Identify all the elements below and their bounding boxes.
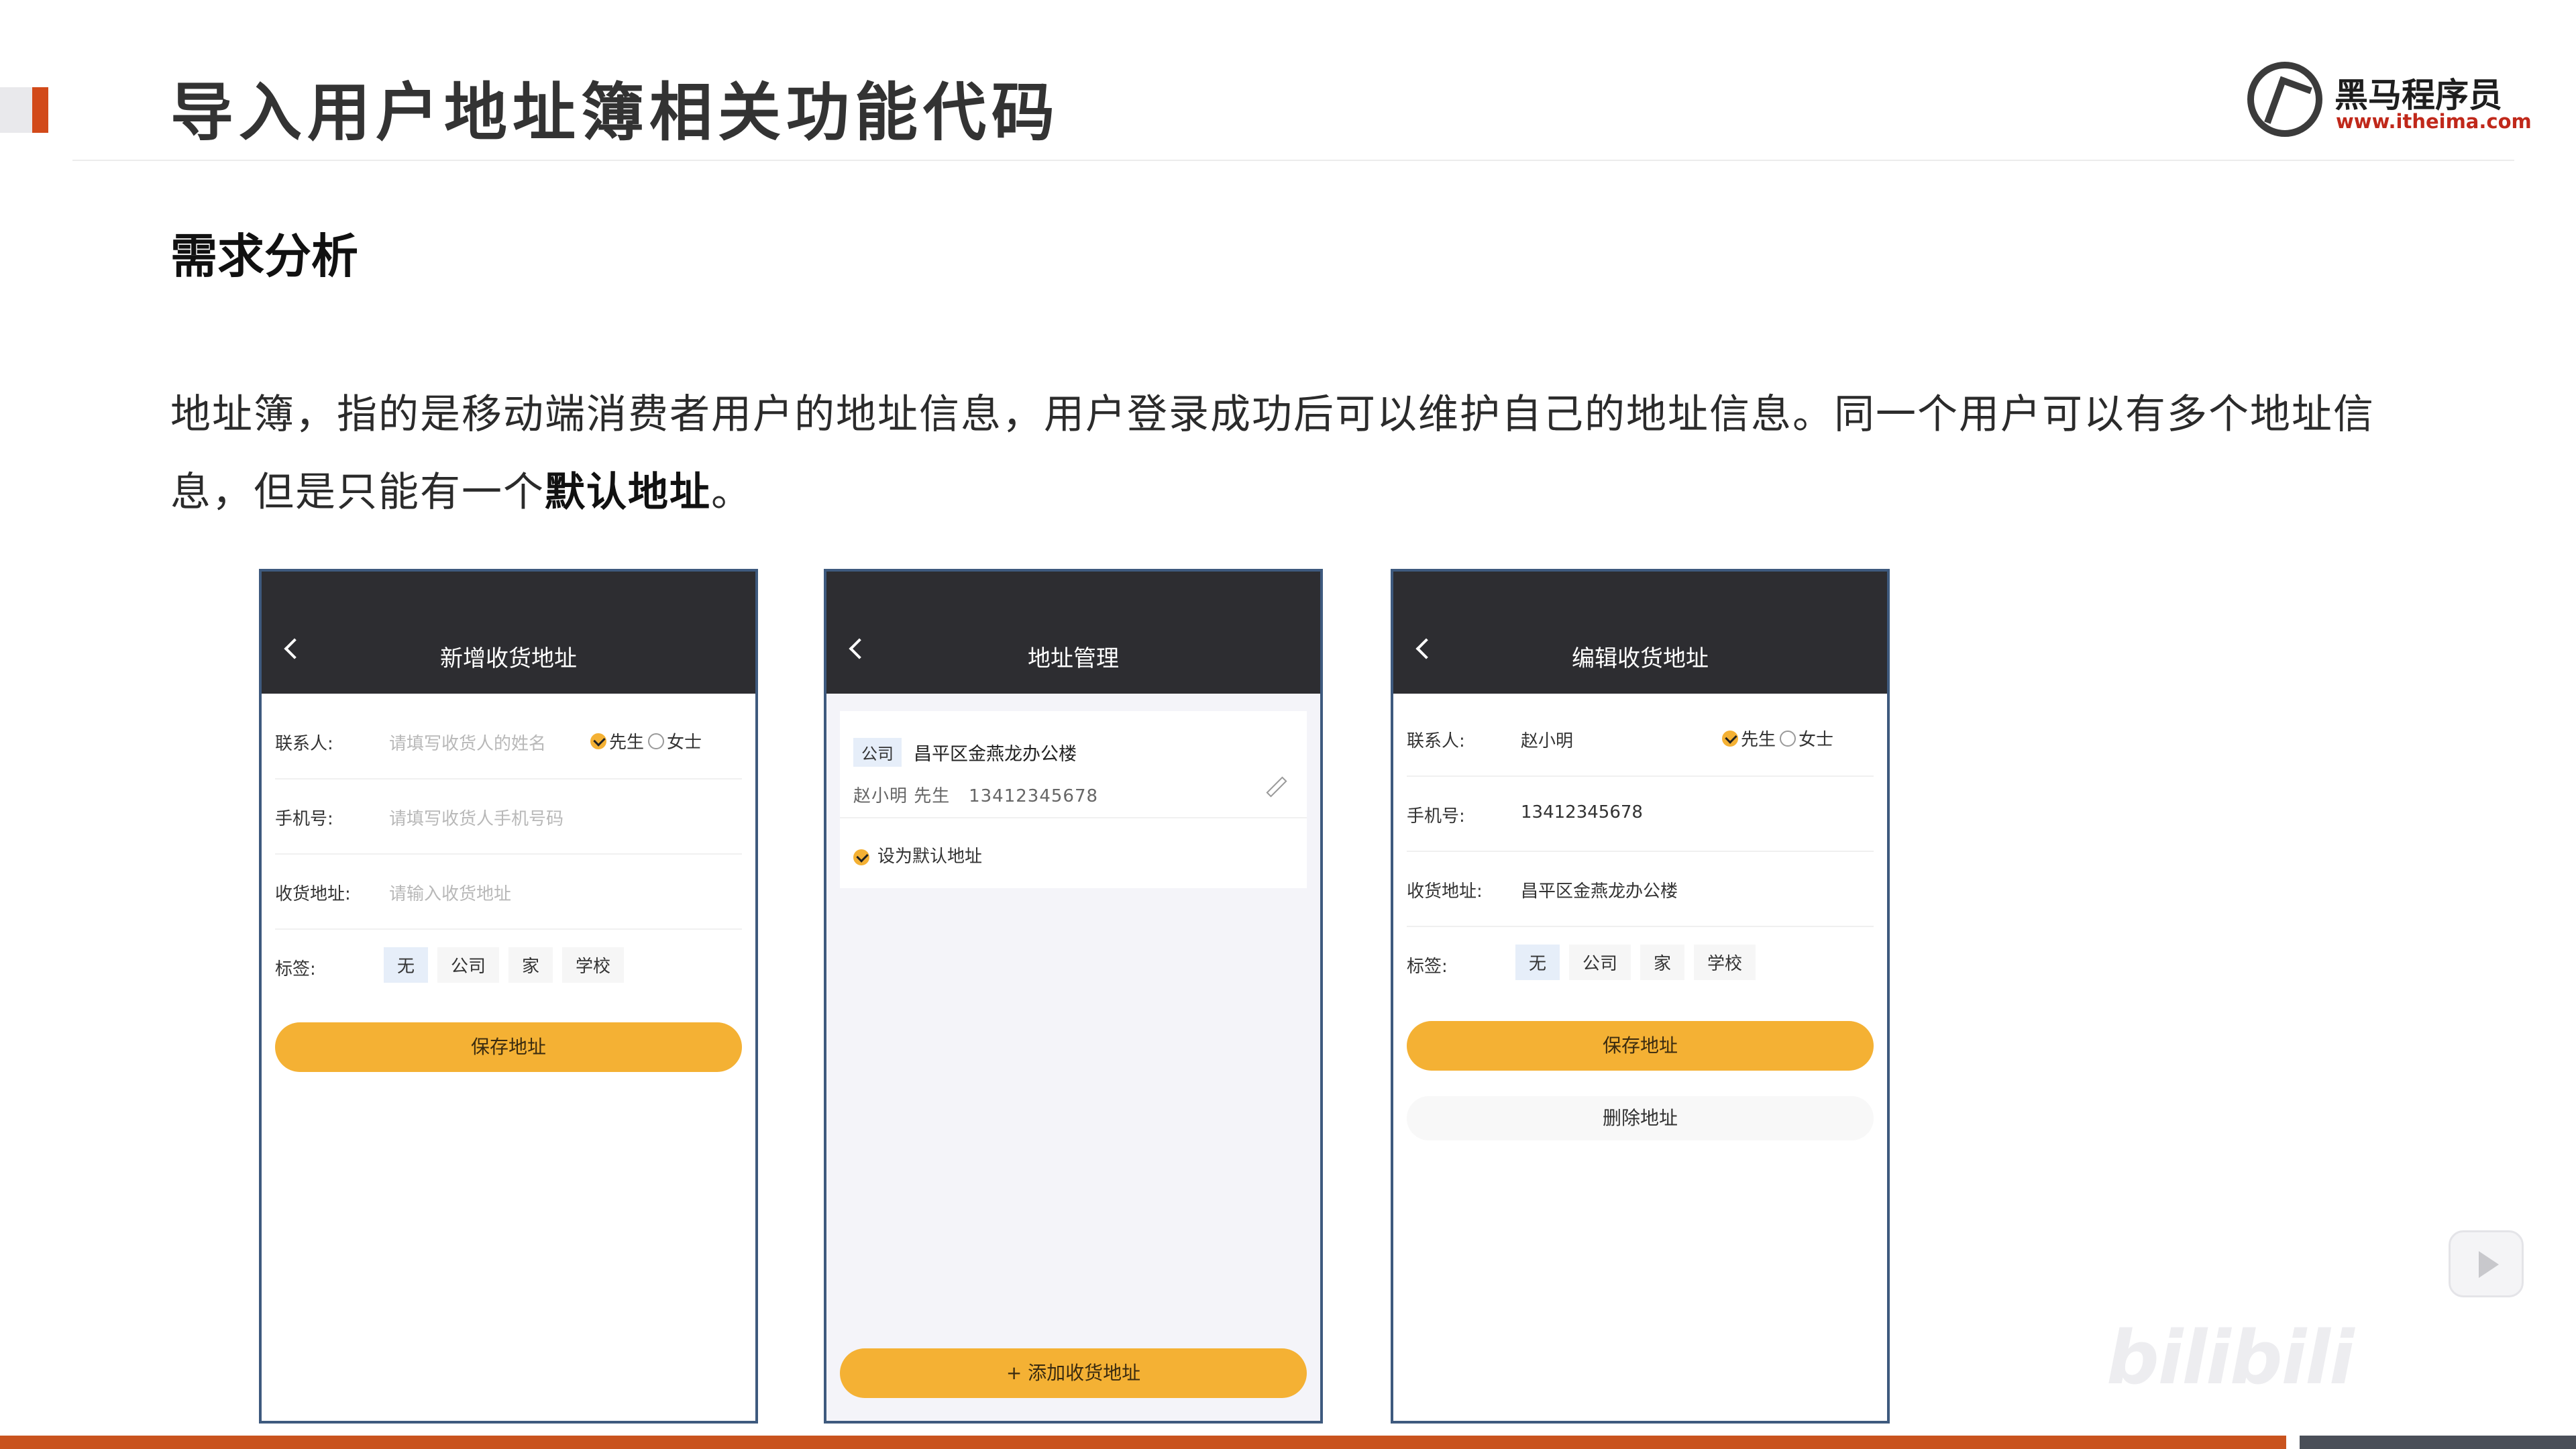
logo-url: www.itheima.com xyxy=(2336,110,2532,133)
add-address-button[interactable]: + 添加收货地址 xyxy=(840,1348,1307,1398)
address-card[interactable]: 公司 昌平区金燕龙办公楼 赵小明 先生 13412345678 设为默认地址 xyxy=(840,711,1307,888)
tag-option[interactable]: 学校 xyxy=(562,947,625,983)
contact-label: 联系人: xyxy=(275,734,333,754)
accent-bar xyxy=(0,87,48,133)
phone-edit-address: 编辑收货地址 联系人: 赵小明 先生 女士 手机号: 13412345678 收货… xyxy=(1391,569,1890,1424)
address-input[interactable]: 昌平区金燕龙办公楼 xyxy=(1521,877,1678,902)
address-text: 昌平区金燕龙办公楼 xyxy=(914,744,1077,765)
phone-title: 地址管理 xyxy=(1028,645,1119,672)
address-input[interactable]: 请输入收货地址 xyxy=(389,880,511,905)
radio-checked-icon[interactable] xyxy=(1722,730,1738,747)
bottom-accent-bar xyxy=(0,1436,2286,1449)
phone-header: 新增收货地址 xyxy=(262,572,755,694)
brand-logo: 黑马程序员 www.itheima.com xyxy=(2247,62,2532,141)
edit-pencil-icon[interactable] xyxy=(1266,776,1287,798)
tag-option[interactable]: 无 xyxy=(384,947,429,983)
save-address-button[interactable]: 保存地址 xyxy=(1407,1021,1874,1071)
description-paragraph: 地址簿，指的是移动端消费者用户的地址信息，用户登录成功后可以维护自己的地址信息。… xyxy=(170,376,2398,531)
paragraph-bold: 默认地址 xyxy=(545,469,711,516)
phone-row: 手机号: 13412345678 xyxy=(1407,775,1874,852)
phone-title: 编辑收货地址 xyxy=(1572,645,1709,672)
default-address-toggle[interactable]: 设为默认地址 xyxy=(853,843,982,867)
watermark-text: bilibili xyxy=(2106,1315,2355,1401)
horse-logo-icon xyxy=(2247,62,2322,137)
divider xyxy=(840,817,1307,818)
tag-label: 标签: xyxy=(1407,957,1448,977)
tag-option[interactable]: 家 xyxy=(1640,945,1685,980)
play-icon[interactable] xyxy=(2449,1230,2524,1297)
contact-row: 联系人: 请填写收货人的姓名 先生 女士 xyxy=(275,703,742,780)
phone-title: 新增收货地址 xyxy=(440,645,577,672)
phone-header: 地址管理 xyxy=(826,572,1320,694)
header-divider xyxy=(72,160,2514,161)
paragraph-text: 地址簿，指的是移动端消费者用户的地址信息，用户登录成功后可以维护自己的地址信息。… xyxy=(170,391,2375,516)
phone-header: 编辑收货地址 xyxy=(1393,572,1887,694)
delete-address-button[interactable]: 删除地址 xyxy=(1407,1096,1874,1140)
gender-male-label: 先生 xyxy=(1741,730,1776,750)
tag-row: 标签: 无公司家学校 xyxy=(275,928,742,1004)
contact-phone: 13412345678 xyxy=(969,786,1099,806)
tag-option[interactable]: 家 xyxy=(508,947,553,983)
tag-list: 无公司家学校 xyxy=(1515,945,1765,980)
radio-checked-icon[interactable] xyxy=(853,849,869,865)
gender-radio-group: 先生 女士 xyxy=(1722,726,1837,751)
address-row: 收货地址: 昌平区金燕龙办公楼 xyxy=(1407,851,1874,927)
contact-name: 赵小明 先生 xyxy=(853,786,951,806)
paragraph-end: 。 xyxy=(711,469,753,516)
tag-list: 无公司家学校 xyxy=(384,947,633,983)
phone-label: 手机号: xyxy=(275,809,333,829)
address-contact: 赵小明 先生 13412345678 xyxy=(853,782,1098,807)
gender-female-label: 女士 xyxy=(1799,730,1834,750)
gender-radio-group: 先生 女士 xyxy=(590,729,706,753)
tag-option[interactable]: 学校 xyxy=(1694,945,1756,980)
address-label: 收货地址: xyxy=(275,884,351,904)
section-title: 需求分析 xyxy=(170,229,358,284)
tag-row: 标签: 无公司家学校 xyxy=(1407,926,1874,1001)
default-label: 设为默认地址 xyxy=(877,847,983,867)
gender-female-label: 女士 xyxy=(667,733,702,753)
phone-row: 手机号: 请填写收货人手机号码 xyxy=(275,778,742,855)
phone-label: 手机号: xyxy=(1407,806,1465,826)
tag-option[interactable]: 公司 xyxy=(1569,945,1631,980)
contact-input[interactable]: 请填写收货人的姓名 xyxy=(389,730,546,755)
bottom-grey-bar xyxy=(2300,1436,2576,1449)
tag-label: 标签: xyxy=(275,959,316,979)
accent-bar-red xyxy=(32,87,48,133)
watermark: bilibili xyxy=(2106,1315,2355,1401)
radio-unchecked-icon[interactable] xyxy=(1780,730,1796,747)
contact-label: 联系人: xyxy=(1407,731,1465,751)
contact-input[interactable]: 赵小明 xyxy=(1521,727,1573,752)
save-address-button[interactable]: 保存地址 xyxy=(275,1022,742,1072)
address-row: 收货地址: 请输入收货地址 xyxy=(275,853,742,930)
radio-unchecked-icon[interactable] xyxy=(648,733,665,749)
tag-option[interactable]: 公司 xyxy=(437,947,500,983)
address-label: 收货地址: xyxy=(1407,881,1483,902)
slide-title: 导入用户地址簿相关功能代码 xyxy=(170,76,1061,150)
gender-male-label: 先生 xyxy=(609,733,645,753)
phone-input[interactable]: 13412345678 xyxy=(1521,802,1643,822)
contact-row: 联系人: 赵小明 先生 女士 xyxy=(1407,700,1874,777)
address-tag-badge: 公司 xyxy=(853,738,902,767)
tag-option[interactable]: 无 xyxy=(1515,945,1560,980)
radio-checked-icon[interactable] xyxy=(590,733,606,749)
phone-address-manage: 地址管理 公司 昌平区金燕龙办公楼 赵小明 先生 13412345678 设为默… xyxy=(824,569,1323,1424)
phone-add-address: 新增收货地址 联系人: 请填写收货人的姓名 先生 女士 手机号: 请填写收货人手机… xyxy=(259,569,758,1424)
phone-input[interactable]: 请填写收货人手机号码 xyxy=(389,805,564,830)
